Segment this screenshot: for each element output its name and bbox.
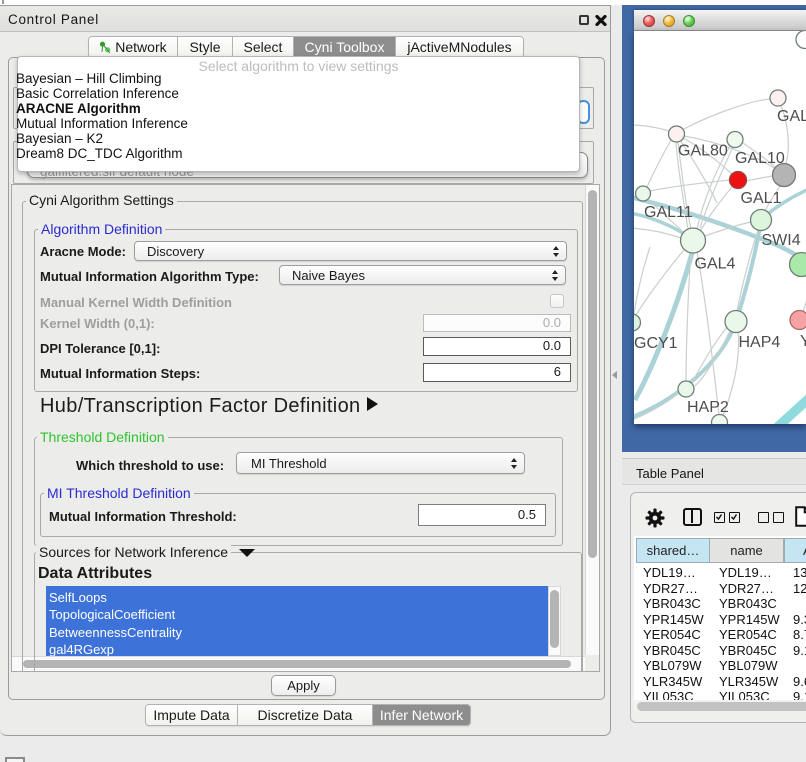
svg-text:GAL4: GAL4 (695, 256, 736, 273)
svg-text:GAL10: GAL10 (735, 150, 785, 167)
svg-text:SWI4: SWI4 (762, 232, 801, 249)
svg-text:YJ: YJ (800, 333, 806, 350)
svg-text:GAL11: GAL11 (644, 204, 693, 221)
svg-text:GAL80: GAL80 (678, 143, 728, 160)
svg-text:GCY1: GCY1 (634, 335, 678, 352)
svg-text:HAP4: HAP4 (739, 334, 781, 351)
svg-text:GAL1: GAL1 (741, 190, 782, 207)
svg-text:HAP2: HAP2 (687, 399, 729, 416)
svg-text:GAL2: GAL2 (777, 108, 806, 125)
